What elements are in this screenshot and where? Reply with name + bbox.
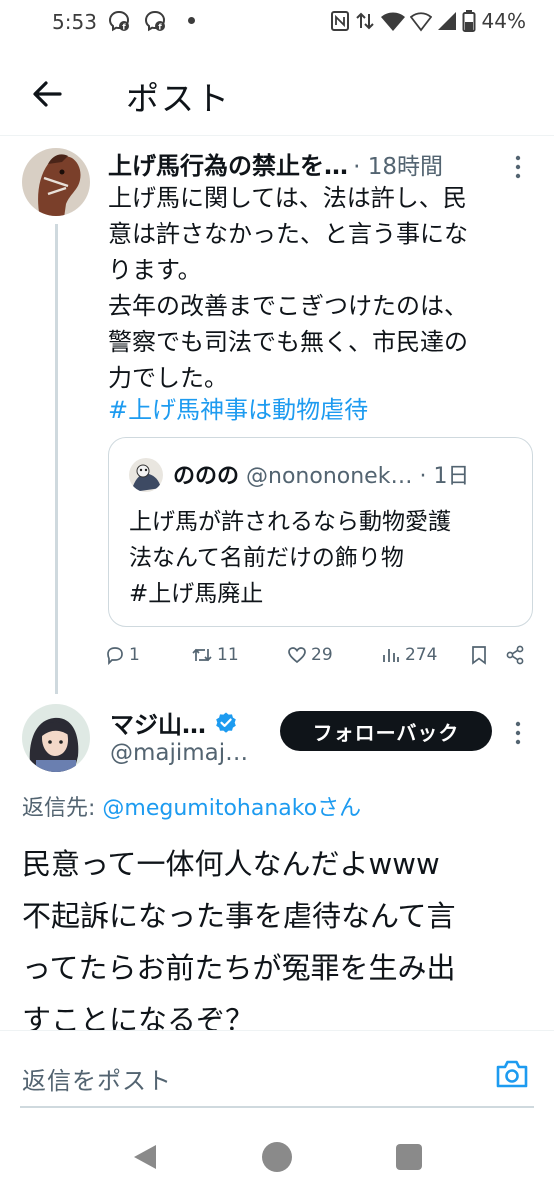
facebook-messenger-icon: f	[108, 10, 130, 32]
status-time: 5:53	[52, 10, 97, 34]
views-count: 274	[405, 645, 438, 665]
thread-line	[55, 224, 58, 694]
views-icon	[383, 649, 399, 662]
page-title: ポスト	[126, 79, 231, 118]
reply-to-prefix: 返信先:	[22, 796, 103, 821]
status-right: 44%	[330, 9, 526, 33]
tweet-text: 民意って一体何人なんだよwww 不起訴になった事を虐待なんて言 ってたらお前たち…	[22, 847, 456, 1037]
repost-button[interactable]: 11	[191, 640, 239, 670]
facebook-messenger-icon: f	[144, 10, 166, 32]
quote-header: ののの @nonononek… · 1日	[173, 458, 518, 490]
more-options-icon[interactable]	[510, 152, 526, 182]
composer-underline	[20, 1106, 534, 1108]
data-transfer-icon	[355, 12, 374, 30]
tweet-header: 上げ馬行為の禁止を… · 18時間	[108, 146, 498, 180]
heart-icon	[288, 647, 306, 664]
quoted-tweet[interactable]: ののの @nonononek… · 1日 上げ馬が許されるなら動物愛護 法なんて…	[108, 437, 533, 627]
nav-recents-icon[interactable]	[396, 1144, 422, 1170]
nav-back-icon[interactable]	[130, 1142, 160, 1172]
nfc-icon	[330, 11, 349, 31]
header: ポスト	[0, 56, 554, 136]
like-count: 29	[311, 645, 333, 665]
quote-handle: @nonononek…	[246, 464, 413, 489]
reply-icon	[107, 647, 123, 665]
quote-author-name: ののの	[173, 464, 240, 489]
verified-badge-icon	[216, 712, 236, 733]
post-time: · 18時間	[353, 154, 443, 180]
quote-text: 上げ馬が許されるなら動物愛護 法なんて名前だけの飾り物 #上げ馬廃止	[129, 509, 451, 607]
reply-target-link[interactable]: @megumitohanakoさん	[102, 796, 361, 821]
share-icon[interactable]	[505, 645, 525, 665]
nav-home-icon[interactable]	[262, 1142, 292, 1172]
notification-dot	[188, 17, 195, 24]
bookmark-icon[interactable]	[471, 645, 487, 665]
reply-composer[interactable]: 返信をポスト	[0, 1030, 554, 1106]
svg-text:f: f	[122, 23, 126, 32]
views-button[interactable]: 274	[381, 640, 437, 670]
author-handle: @majimaj…	[110, 740, 249, 766]
camera-icon[interactable]	[494, 1056, 530, 1092]
reply-to-line: 返信先: @megumitohanakoさん	[22, 790, 361, 822]
battery-percent: 44%	[481, 9, 526, 33]
author-name[interactable]: 上げ馬行為の禁止を…	[108, 152, 348, 180]
reply-input[interactable]: 返信をポスト	[22, 1061, 172, 1096]
tweet-actions: 1 11 29 274	[105, 640, 530, 670]
follow-back-button[interactable]: フォローバック	[280, 711, 492, 751]
hashtag-link[interactable]: #上げ馬神事は動物虐待	[108, 390, 368, 425]
tweet-text: 上げ馬に関しては、法は許し、民 意は許さなかった、と言う事にな ります。 去年の…	[108, 184, 468, 392]
quote-time: · 1日	[419, 464, 470, 489]
avatar[interactable]	[22, 704, 90, 772]
reply-button[interactable]: 1	[105, 640, 140, 670]
system-nav-bar	[0, 1120, 554, 1200]
author-name-row: マジ山…	[110, 705, 238, 740]
wifi-outline-icon	[409, 12, 432, 32]
like-button[interactable]: 29	[287, 640, 333, 670]
signal-icon	[437, 12, 456, 30]
avatar[interactable]	[22, 148, 90, 216]
more-options-icon[interactable]	[510, 718, 526, 748]
back-arrow-icon[interactable]	[28, 74, 68, 114]
reply-count: 1	[129, 645, 140, 665]
status-bar: 5:53 f f 44%	[0, 0, 554, 44]
repost-icon	[192, 648, 212, 662]
repost-count: 11	[217, 645, 239, 665]
svg-text:f: f	[158, 23, 162, 32]
author-name[interactable]: マジ山…	[110, 705, 206, 740]
battery-icon	[462, 10, 476, 32]
quote-avatar	[129, 458, 163, 492]
wifi-icon	[380, 12, 405, 31]
